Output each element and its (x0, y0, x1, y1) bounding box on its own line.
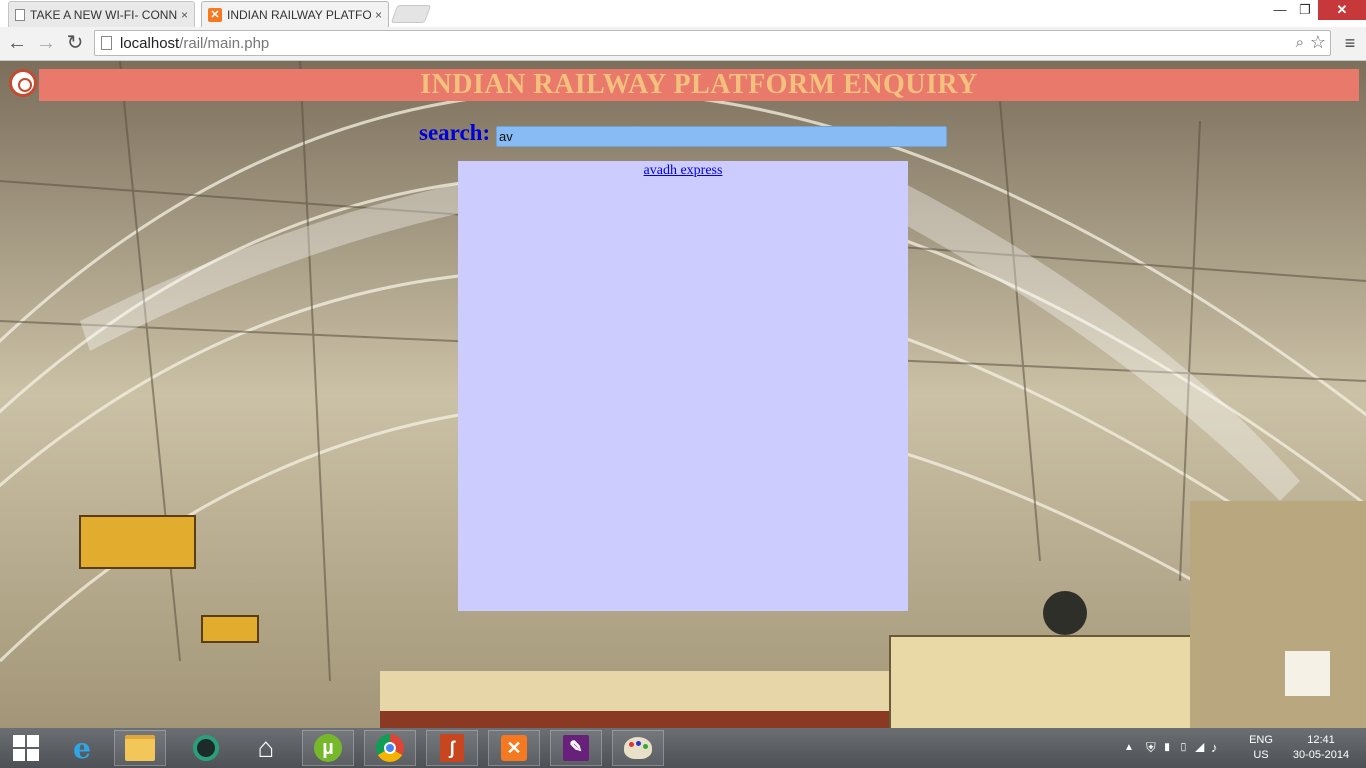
taskbar-app-ring[interactable] (180, 730, 232, 766)
taskbar-xampp[interactable]: ✕ (488, 730, 540, 766)
system-tray-icons[interactable]: ⛨▮▯◢♪ (1146, 728, 1223, 768)
forward-arrow-icon[interactable]: → (34, 31, 58, 55)
close-icon[interactable]: × (181, 8, 188, 22)
xampp-icon: ✕ (501, 735, 527, 761)
clock-date: 30-05-2014 (1292, 749, 1350, 761)
taskbar-home[interactable]: ⌂ (240, 730, 292, 766)
tab-title: TAKE A NEW WI-FI- CONN (30, 7, 177, 22)
url-host: localhost (120, 34, 180, 52)
address-bar[interactable]: localhost/rail/main.php ⌕ ☆ (94, 30, 1331, 56)
paint-palette-icon (624, 737, 652, 759)
tab-strip: TAKE A NEW WI-FI- CONN × ✕ INDIAN RAILWA… (0, 0, 1366, 27)
folder-icon (125, 735, 155, 761)
show-hidden-icons-icon[interactable]: ▲ (1124, 728, 1134, 768)
internet-explorer-icon: e (73, 731, 91, 765)
clock-time: 12:41 (1307, 734, 1335, 746)
result-link-avadh-express[interactable]: avadh express (644, 163, 723, 179)
close-icon[interactable]: × (375, 8, 382, 22)
url-path: /rail/main.php (179, 34, 270, 52)
tab-title: INDIAN RAILWAY PLATFO (227, 7, 371, 22)
new-tab-button[interactable] (390, 5, 432, 23)
page-title: INDIAN RAILWAY PLATFORM ENQUIRY (420, 69, 978, 100)
page-icon (15, 8, 25, 21)
taskbar-editor[interactable]: ✎ (550, 730, 602, 766)
clock[interactable]: 12:41 30-05-2014 (1282, 733, 1360, 763)
browser-toolbar: ← → ↻ localhost/rail/main.php ⌕ ☆ ≡ (0, 27, 1366, 61)
xampp-icon: ✕ (208, 7, 222, 22)
close-window-button[interactable]: ✕ (1318, 0, 1366, 20)
taskbar-explorer[interactable] (114, 730, 166, 766)
input-language[interactable]: ENG US (1243, 733, 1279, 763)
zoom-icon[interactable]: ⌕ (1296, 34, 1304, 51)
chrome-icon (376, 734, 404, 762)
search-input[interactable] (496, 126, 947, 147)
back-arrow-icon[interactable]: ← (5, 31, 29, 55)
railway-logo (9, 69, 37, 97)
home-icon: ⌂ (257, 732, 275, 763)
minimize-button[interactable]: — (1270, 0, 1290, 20)
search-results-panel: avadh express (458, 161, 908, 611)
windows-logo-icon (13, 735, 39, 761)
bookmark-star-icon[interactable]: ☆ (1310, 32, 1326, 53)
editor-icon: ✎ (563, 735, 589, 761)
taskbar-filezilla[interactable]: ʃ (426, 730, 478, 766)
maximize-button[interactable]: ❐ (1295, 0, 1315, 20)
tab-railway[interactable]: ✕ INDIAN RAILWAY PLATFO × (201, 1, 389, 27)
tab-wifi[interactable]: TAKE A NEW WI-FI- CONN × (8, 1, 195, 27)
filezilla-icon: ʃ (440, 734, 464, 762)
taskbar-ie[interactable]: e (56, 730, 108, 766)
search-label: search: (419, 120, 491, 145)
taskbar-utorrent[interactable]: µ (302, 730, 354, 766)
language-code: ENG (1249, 734, 1273, 746)
region-code: US (1253, 749, 1269, 761)
url-text: localhost/rail/main.php (120, 35, 269, 52)
taskbar-chrome[interactable] (364, 730, 416, 766)
taskbar-paint[interactable] (612, 730, 664, 766)
page-content: INDIAN RAILWAY PLATFORM ENQUIRY search: … (0, 61, 1366, 728)
page-icon (101, 36, 112, 50)
start-button[interactable] (0, 730, 52, 766)
taskbar: e ⌂ µ ʃ ✕ ✎ ▲ ⛨▮▯◢♪ ENG US 12:41 30-05-2… (0, 728, 1366, 768)
header-banner: INDIAN RAILWAY PLATFORM ENQUIRY (39, 69, 1359, 101)
utorrent-icon: µ (314, 734, 342, 762)
reload-icon[interactable]: ↻ (63, 31, 87, 55)
ring-app-icon (193, 735, 219, 761)
menu-icon[interactable]: ≡ (1340, 31, 1360, 55)
